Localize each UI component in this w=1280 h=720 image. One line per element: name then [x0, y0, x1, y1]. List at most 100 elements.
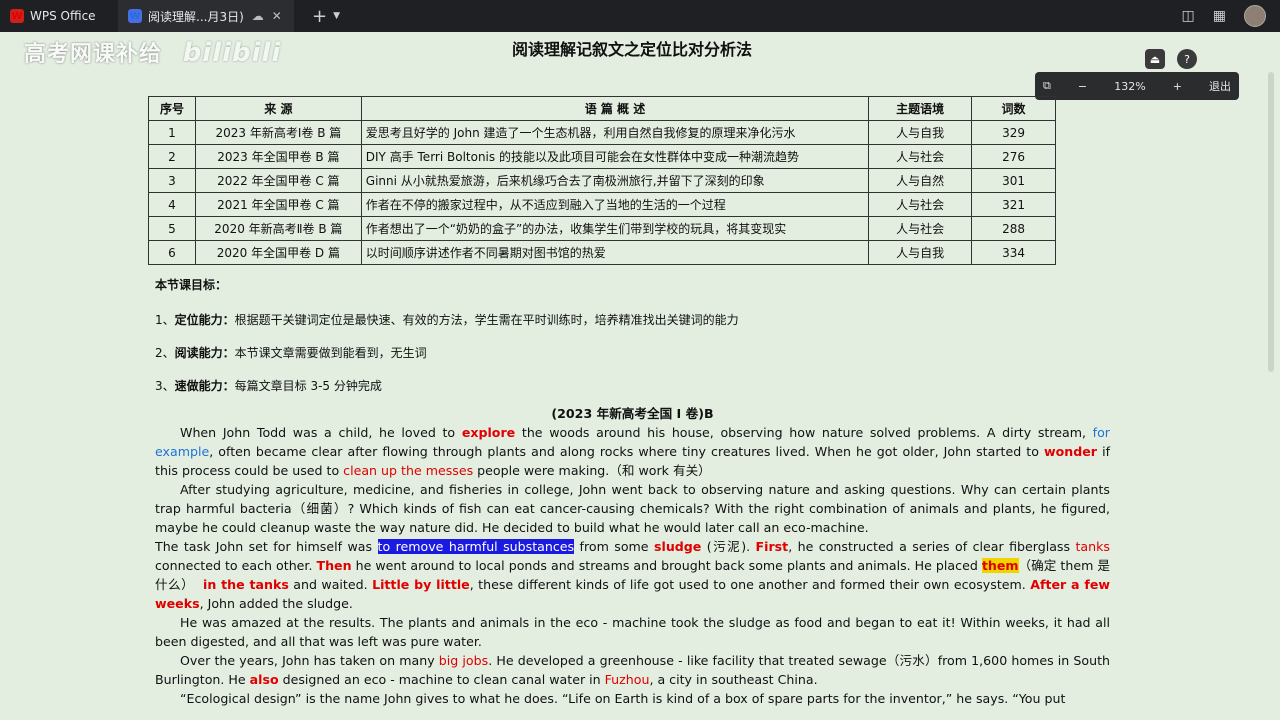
table-cell: 2: [148, 144, 196, 169]
text-run: connected to each other.: [155, 558, 317, 573]
column-header: 序号: [148, 96, 196, 121]
goal-text: 每篇文章目标 3-5 分钟完成: [234, 379, 382, 393]
goal-label: 定位能力：: [174, 313, 235, 327]
writer-doc-icon: W: [128, 9, 142, 23]
reading-passage: (2023 年新高考全国 Ⅰ 卷)B When John Todd was a …: [155, 404, 1110, 708]
text-run: from some: [574, 539, 654, 554]
table-cell: 301: [971, 168, 1056, 193]
keyword-highlight: tanks: [1075, 539, 1110, 554]
keyword-highlight: Little by little: [372, 577, 470, 592]
goal-text: 本节课文章需要做到能看到，无生词: [234, 346, 427, 360]
keyword-highlight: Then: [316, 558, 352, 573]
window-titlebar: W WPS Office W 阅读理解...月3日) ☁ ✕ + ▼ ◫ ▦: [0, 0, 1280, 32]
zoom-in-button[interactable]: +: [1173, 80, 1182, 93]
wps-logo-icon: W: [10, 9, 24, 23]
table-cell: 人与自然: [868, 168, 973, 193]
passage-title: (2023 年新高考全国 Ⅰ 卷)B: [551, 406, 714, 421]
exit-fullscreen-button[interactable]: 退出: [1209, 78, 1231, 94]
text-run: When John Todd was a child, he loved to: [180, 425, 462, 440]
passages-table: 序号 来 源 语 篇 概 述 主题语境 词数 1 2023 年新高考Ⅰ卷 B 篇…: [148, 96, 1056, 265]
text-run: (污泥).: [701, 539, 756, 554]
text-run: designed an eco - machine to clean canal…: [278, 672, 605, 687]
goal-number: 3、: [155, 379, 175, 393]
table-cell: 334: [971, 240, 1056, 265]
document-page: 阅读理解记叙文之定位比对分析法 ⏏ ? ⧉ − 132% + 退出 序号 来 源…: [0, 32, 1280, 720]
zoom-level: 132%: [1114, 79, 1146, 93]
goal-item: 2、阅读能力：本节课文章需要做到能看到，无生词: [155, 344, 739, 377]
bilibili-logo: bilibili: [182, 38, 282, 68]
table-cell: 人与自我: [868, 120, 973, 145]
goal-label: 速做能力：: [174, 379, 235, 393]
table-cell: 人与自我: [868, 240, 973, 265]
floating-tools: ⏏ ?: [1145, 49, 1197, 69]
yellow-highlight: them: [981, 558, 1019, 573]
table-cell: 2023 年新高考Ⅰ卷 B 篇: [194, 120, 362, 145]
table-cell: 2022 年全国甲卷 C 篇: [194, 168, 362, 193]
selected-text: to remove harmful substances: [377, 539, 575, 554]
table-row: 3 2022 年全国甲卷 C 篇 Ginni 从小就热爱旅游，后来机缘巧合去了南…: [148, 168, 1056, 193]
tab-label: WPS Office: [30, 9, 96, 23]
text-run: , a city in southeast China.: [649, 672, 818, 687]
table-cell: 2020 年全国甲卷 D 篇: [194, 240, 362, 265]
goals-heading: 本节课目标：: [155, 278, 228, 292]
table-cell: 2021 年全国甲卷 C 篇: [194, 192, 362, 217]
window-list-icon[interactable]: ▦: [1213, 8, 1226, 24]
keyword-highlight: in the tanks: [203, 577, 289, 592]
column-header: 来 源: [194, 96, 362, 121]
table-row: 5 2020 年新高考Ⅱ卷 B 篇 作者想出了一个“奶奶的盒子”的办法，收集学生…: [148, 216, 1056, 241]
paragraph-5: Over the years, John has taken on many b…: [155, 651, 1110, 689]
keyword-highlight: Fuzhou: [604, 672, 650, 687]
table-cell: 人与社会: [868, 216, 973, 241]
avatar[interactable]: [1244, 5, 1266, 27]
paragraph-4: He was amazed at the results. The plants…: [155, 615, 1110, 649]
keyword-highlight: big jobs: [438, 653, 489, 668]
keyword-highlight: First: [755, 539, 789, 554]
chevron-down-icon[interactable]: ▼: [333, 11, 340, 21]
table-cell: 3: [148, 168, 196, 193]
table-cell: 作者想出了一个“奶奶的盒子”的办法，收集学生们带到学校的玩具，将其变现实: [360, 216, 870, 241]
zoom-out-button[interactable]: −: [1078, 80, 1087, 93]
table-cell: Ginni 从小就热爱旅游，后来机缘巧合去了南极洲旅行,并留下了深刻的印象: [360, 168, 870, 193]
table-cell: 288: [971, 216, 1056, 241]
tab-wps-office[interactable]: W WPS Office: [0, 0, 118, 32]
table-cell: 人与社会: [868, 192, 973, 217]
table-header-row: 序号 来 源 语 篇 概 述 主题语境 词数: [148, 96, 1056, 121]
goal-label: 阅读能力：: [174, 346, 235, 360]
goal-text: 根据题干关键词定位是最快速、有效的方法，学生需在平时训练时，培养精准找出关键词的…: [234, 313, 739, 327]
tab-document[interactable]: W 阅读理解...月3日) ☁ ✕: [118, 0, 294, 32]
titlebar-actions: ◫ ▦: [1182, 5, 1280, 27]
keyword-highlight: clean up the messes: [343, 463, 474, 478]
column-header: 词数: [971, 96, 1056, 121]
tab-label: 阅读理解...月3日): [148, 9, 244, 24]
table-cell: 1: [148, 120, 196, 145]
watermark-text: 高考网课补给: [24, 42, 163, 67]
zoom-toolbar: ⧉ − 132% + 退出: [1035, 72, 1239, 100]
text-run: and waited.: [288, 577, 373, 592]
text-run: he went around to local ponds and stream…: [351, 558, 982, 573]
fit-page-icon[interactable]: ⧉: [1043, 79, 1051, 93]
cloud-icon: ☁: [251, 9, 264, 23]
help-icon[interactable]: ?: [1177, 49, 1197, 69]
text-run: people were making.（和 work 有关）: [473, 463, 711, 478]
table-cell: 2023 年全国甲卷 B 篇: [194, 144, 362, 169]
table-cell: 5: [148, 216, 196, 241]
close-tab-button[interactable]: ✕: [272, 9, 282, 23]
table-cell: 6: [148, 240, 196, 265]
text-run: , John added the sludge.: [199, 596, 353, 611]
keyword-highlight: wonder: [1043, 444, 1097, 459]
paragraph-2: After studying agriculture, medicine, an…: [155, 482, 1110, 535]
column-header: 主题语境: [868, 96, 973, 121]
table-cell: 321: [971, 192, 1056, 217]
new-tab-button[interactable]: +: [312, 6, 327, 27]
video-watermark: 高考网课补给 bilibili: [24, 36, 281, 68]
table-cell: 4: [148, 192, 196, 217]
text-run: Over the years, John has taken on many: [180, 653, 439, 668]
keyword-highlight: also: [249, 672, 279, 687]
vertical-scrollbar[interactable]: [1268, 72, 1274, 372]
table-row: 2 2023 年全国甲卷 B 篇 DIY 高手 Terri Boltonis 的…: [148, 144, 1056, 169]
paragraph-3: The task John set for himself was to rem…: [155, 537, 1110, 613]
eject-icon[interactable]: ⏏: [1145, 49, 1165, 69]
keyword-highlight: explore: [461, 425, 516, 440]
table-row: 1 2023 年新高考Ⅰ卷 B 篇 爱思考且好学的 John 建造了一个生态机器…: [148, 120, 1056, 145]
layout-icon[interactable]: ◫: [1182, 8, 1195, 24]
